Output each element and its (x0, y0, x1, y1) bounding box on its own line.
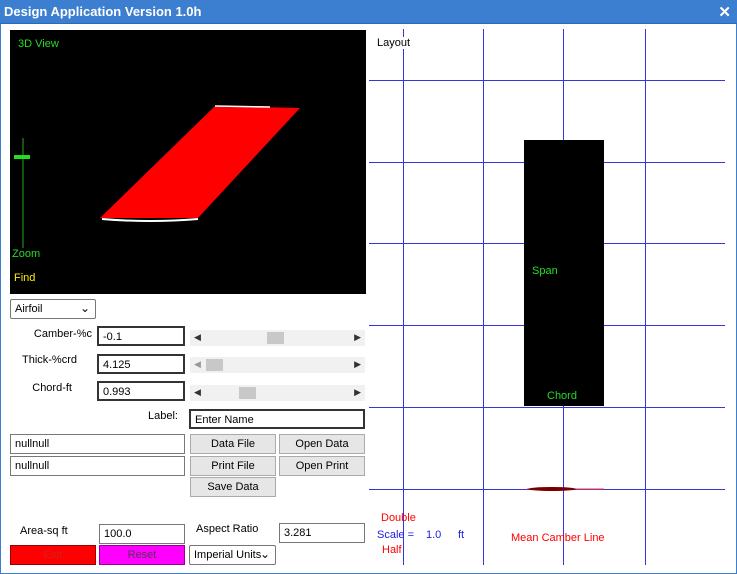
open-print-button[interactable]: Open Print (279, 456, 365, 476)
chord-dimension-label: Chord (547, 390, 577, 402)
chevron-down-icon: ⌄ (79, 301, 90, 315)
span-label: Span (532, 265, 558, 277)
aspect-ratio-input[interactable]: 3.281 (279, 523, 365, 543)
wing-3d-render (14, 105, 300, 248)
slider-right-arrow-icon[interactable]: ▶ (354, 387, 361, 398)
exit-button[interactable]: Exit (10, 545, 96, 565)
wing-planform-3d (100, 106, 300, 218)
3d-view-panel[interactable]: 3D View Zoom Find (10, 30, 366, 294)
chevron-down-icon: ⌄ (259, 547, 270, 561)
label-input[interactable]: Enter Name (189, 409, 365, 429)
slider-left-arrow-icon[interactable]: ◀ (194, 332, 201, 343)
print-file-button[interactable]: Print File (190, 456, 276, 476)
scale-unit: ft (458, 529, 465, 541)
slider-right-arrow-icon[interactable]: ▶ (354, 359, 361, 370)
slider-right-arrow-icon[interactable]: ▶ (354, 332, 361, 343)
area-label: Area-sq ft (20, 525, 68, 537)
slider-thumb[interactable] (206, 359, 223, 371)
open-data-button[interactable]: Open Data (279, 434, 365, 454)
airfoil-section-view (527, 487, 604, 491)
slider-left-arrow-icon[interactable]: ◀ (194, 359, 201, 370)
aspect-ratio-label: Aspect Ratio (196, 523, 259, 535)
layout-label: Layout (377, 37, 411, 49)
units-select[interactable]: Imperial Units ⌄ (189, 545, 276, 565)
wing-leading-edge-highlight (101, 218, 199, 222)
units-select-value: Imperial Units (194, 549, 262, 561)
print-file-path[interactable]: nullnull (10, 456, 185, 476)
area-input[interactable]: 100.0 (99, 524, 185, 544)
camber-slider[interactable]: ◀ ▶ (190, 330, 365, 346)
camber-input[interactable]: -0.1 (97, 326, 185, 346)
mean-camber-line-label: Mean Camber Line (511, 532, 605, 544)
thickness-slider[interactable]: ◀ ▶ (190, 357, 365, 373)
double-toggle[interactable]: Double (381, 512, 416, 524)
slider-thumb[interactable] (239, 387, 256, 399)
data-file-path[interactable]: nullnull (10, 434, 185, 454)
component-select[interactable]: Airfoil ⌄ (10, 299, 96, 319)
chord-label: Chord-ft (32, 382, 72, 394)
label-field-label: Label: (148, 410, 178, 422)
scale-label: Scale = (377, 529, 414, 541)
chord-input[interactable]: 0.993 (97, 381, 185, 401)
scale-value: 1.0 (426, 529, 442, 541)
layout-panel[interactable]: Layout Span Chord Double Scale = 1.0 ft … (369, 29, 725, 565)
grid-line-horizontal (369, 407, 725, 408)
title-bar: Design Application Version 1.0h ✕ (0, 0, 737, 24)
thickness-label: Thick-%crd (21, 354, 77, 366)
window-title: Design Application Version 1.0h (4, 4, 202, 19)
reset-button[interactable]: Reset (99, 545, 185, 565)
zoom-label: Zoom (12, 248, 41, 260)
slider-left-arrow-icon[interactable]: ◀ (194, 387, 201, 398)
airfoil-section (528, 487, 576, 491)
find-button[interactable]: Find (14, 272, 35, 284)
component-select-value: Airfoil (15, 303, 43, 315)
half-toggle[interactable]: Half (382, 544, 402, 556)
wing-top-highlight (214, 105, 271, 108)
zoom-handle (14, 155, 30, 159)
camber-label: Camber-%c (33, 328, 92, 340)
slider-thumb[interactable] (267, 332, 284, 344)
thickness-input[interactable]: 4.125 (97, 354, 185, 374)
grid-line-horizontal (369, 80, 725, 81)
chord-slider[interactable]: ◀ ▶ (190, 385, 365, 401)
data-file-button[interactable]: Data File (190, 434, 276, 454)
close-icon[interactable]: ✕ (718, 3, 731, 21)
save-data-button[interactable]: Save Data (190, 477, 276, 497)
